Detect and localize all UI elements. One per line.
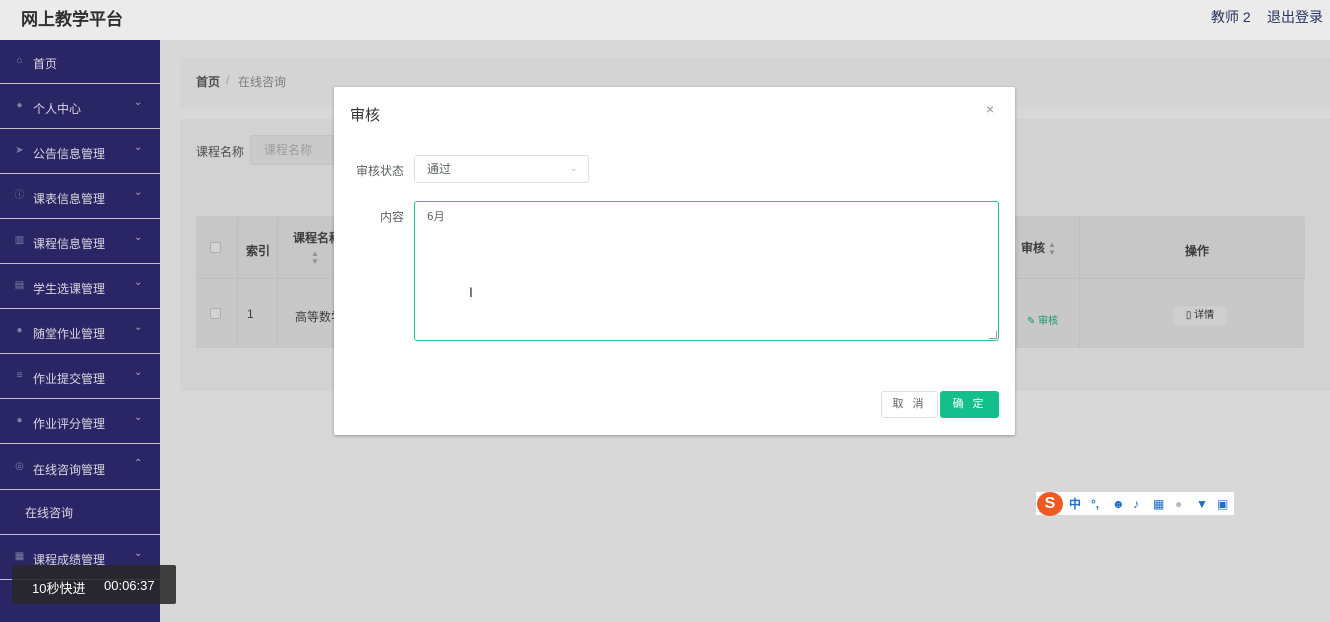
text-cursor-icon: I — [469, 284, 473, 300]
chevron-down-icon: ⌄ — [569, 163, 578, 174]
resize-handle[interactable] — [989, 331, 997, 339]
content-textarea-value: 6月 — [427, 210, 445, 223]
review-dialog: 审核 × 审核状态 通过 ⌄ 内容 6月 I 取 消 确 定 — [334, 87, 1015, 435]
status-select-value: 通过 — [427, 162, 452, 176]
cancel-button[interactable]: 取 消 — [881, 391, 938, 418]
shirt-icon[interactable]: ▼ — [1196, 496, 1208, 512]
status-select[interactable]: 通过 ⌄ — [414, 155, 589, 183]
ime-mode-toggle[interactable]: 中 — [1069, 496, 1081, 512]
video-toast: 10秒快进 00:06:37 — [12, 565, 176, 604]
punctuation-toggle[interactable]: °, — [1091, 496, 1099, 512]
fast-forward-label: 10秒快进 — [32, 581, 86, 596]
video-timestamp: 00:06:37 — [104, 578, 155, 593]
mic-icon[interactable]: ♪ — [1133, 496, 1139, 512]
content-label: 内容 — [379, 210, 404, 224]
sogou-logo-icon[interactable]: S — [1037, 492, 1063, 516]
ime-toolbar: S 中 °, ☻ ♪ ▦ ● ▼ ▣ — [1035, 491, 1235, 516]
confirm-button[interactable]: 确 定 — [940, 391, 999, 418]
grid-icon[interactable]: ▣ — [1217, 496, 1228, 512]
content-textarea[interactable]: 6月 — [414, 201, 999, 341]
emoji-icon[interactable]: ☻ — [1112, 496, 1125, 512]
keyboard-icon[interactable]: ▦ — [1153, 496, 1164, 512]
dialog-title: 审核 — [350, 107, 381, 124]
close-icon[interactable]: × — [986, 101, 994, 117]
status-label: 审核状态 — [355, 164, 404, 178]
user-icon[interactable]: ● — [1175, 496, 1182, 512]
